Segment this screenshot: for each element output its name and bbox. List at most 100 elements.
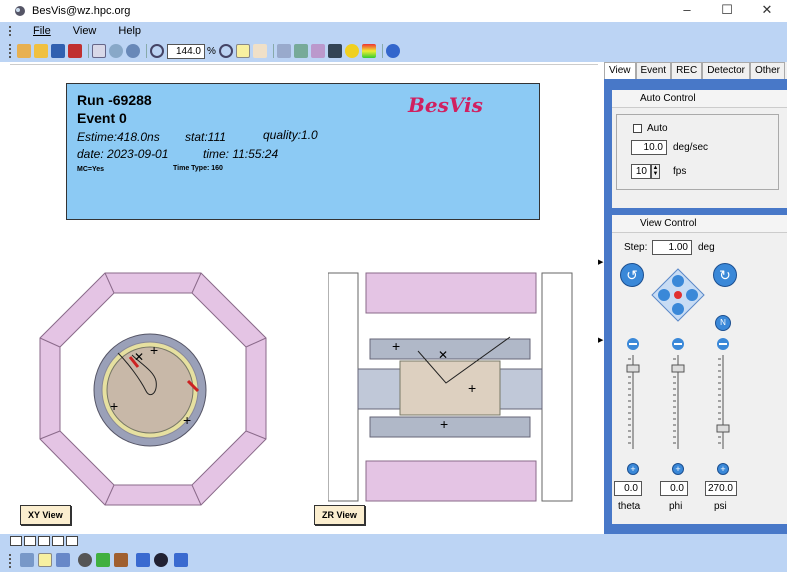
auto-checkbox[interactable]	[633, 124, 642, 133]
view-control-group: View Control Step: 1.00 deg ↺ ↻ N + + +	[612, 215, 787, 524]
theta-plus-icon[interactable]: +	[627, 463, 639, 475]
zr-view-button[interactable]: ZR View	[314, 505, 365, 525]
rotate-left-icon[interactable]: ↺	[620, 263, 644, 287]
fps-spinner[interactable]: ▲ ▼	[651, 164, 660, 179]
psi-plus-icon[interactable]: +	[717, 463, 729, 475]
sphere-icon[interactable]	[154, 553, 168, 567]
fisheye-icon[interactable]	[310, 44, 325, 58]
tab-rec[interactable]: REC	[671, 62, 703, 79]
event-number: Event 0	[77, 110, 127, 126]
zoom-out-icon[interactable]	[150, 44, 164, 58]
splitter-arrow-icon: ▶	[598, 337, 604, 344]
bottom-toolbar	[0, 534, 787, 572]
lines-icon[interactable]	[20, 553, 34, 567]
rotation-sliders[interactable]	[626, 337, 736, 459]
auto-control-group: Auto Control Auto 10.0 deg/sec 10 ▲ ▼ fps	[612, 90, 787, 208]
tab-detector[interactable]: Detector	[702, 62, 750, 79]
event-display-canvas[interactable]: Run -69288 Event 0 Estime:418.0ns stat:1…	[10, 64, 598, 526]
psi-input[interactable]: 270.0	[705, 481, 737, 496]
select-icon[interactable]	[38, 553, 52, 567]
menu-help[interactable]: Help	[118, 25, 141, 37]
brown-box-icon[interactable]	[114, 553, 128, 567]
pick-icon[interactable]	[276, 44, 291, 58]
flag-icon[interactable]	[136, 553, 150, 567]
folder-icon[interactable]	[34, 44, 48, 58]
home-icon[interactable]	[293, 44, 308, 58]
estime-text: Estime:418.0ns	[77, 130, 160, 144]
xy-view[interactable]: ✕ + + +	[38, 271, 268, 507]
zr-view[interactable]: ✕ + + +	[328, 271, 574, 503]
tab-view[interactable]: View	[604, 62, 636, 79]
window-title: BesVis@wz.hpc.org	[32, 5, 131, 17]
quality-text: quality:1.0	[263, 128, 318, 142]
app-icon	[15, 6, 25, 16]
layout-1-icon[interactable]	[10, 536, 22, 546]
minimize-button[interactable]: –	[667, 0, 707, 22]
run-number: Run -69288	[77, 92, 152, 108]
close-file-icon[interactable]	[68, 44, 82, 58]
step-label: Step:	[624, 242, 648, 253]
tab-event[interactable]: Event	[635, 62, 672, 79]
svg-text:✕: ✕	[134, 350, 144, 364]
open-folder-icon[interactable]	[17, 44, 31, 58]
speed-input[interactable]: 10.0	[631, 140, 667, 155]
mc-text: MC=Yes	[77, 166, 105, 173]
phi-input[interactable]: 0.0	[660, 481, 688, 496]
reset-icon[interactable]: N	[715, 315, 731, 331]
layout-4-icon[interactable]	[52, 536, 64, 546]
psi-label: psi	[714, 501, 727, 512]
ring-icon[interactable]	[126, 44, 140, 58]
select-arrow-icon[interactable]	[235, 44, 250, 58]
green-box-icon[interactable]	[96, 553, 110, 567]
grid-icon[interactable]	[56, 553, 70, 567]
zoom-input[interactable]: 144.0	[167, 43, 205, 59]
help-icon[interactable]	[385, 44, 400, 58]
menubar-grip[interactable]	[9, 26, 11, 36]
palette-icon[interactable]	[361, 44, 376, 58]
phi-label: phi	[669, 501, 683, 512]
title-bar: BesVis@wz.hpc.org – ☐ ✕	[0, 0, 787, 22]
svg-text:+: +	[440, 416, 448, 432]
save-icon[interactable]	[51, 44, 65, 58]
layout-2-icon[interactable]	[24, 536, 36, 546]
fps-unit: fps	[673, 166, 687, 177]
layout-3-icon[interactable]	[38, 536, 50, 546]
phi-plus-icon[interactable]: +	[672, 463, 684, 475]
auto-control-title: Auto Control	[612, 90, 787, 108]
layout-5-icon[interactable]	[66, 536, 78, 546]
direction-pad[interactable]	[650, 267, 706, 323]
step-input[interactable]: 1.00	[652, 240, 692, 255]
svg-text:+: +	[392, 338, 400, 354]
tab-other[interactable]: Other	[750, 62, 786, 79]
smiley-icon[interactable]	[344, 44, 359, 58]
svg-text:+: +	[110, 398, 118, 414]
doc-icon[interactable]	[92, 44, 106, 58]
cd-icon[interactable]	[109, 44, 123, 58]
toolbar: 144.0 %	[0, 40, 787, 62]
auto-label: Auto	[647, 123, 668, 134]
toolbar-grip[interactable]	[9, 44, 11, 58]
rotate-right-icon[interactable]: ↻	[713, 263, 737, 287]
menu-file[interactable]: File	[33, 25, 51, 37]
eye-icon[interactable]	[78, 553, 92, 567]
step-unit: deg	[698, 242, 715, 253]
bottom-grip[interactable]	[9, 554, 11, 568]
fps-input[interactable]: 10	[631, 164, 651, 179]
time-type-text: Time Type: 160	[173, 165, 223, 172]
save-image-icon[interactable]	[327, 44, 342, 58]
svg-text:✕: ✕	[438, 348, 448, 362]
svg-text:+: +	[183, 412, 191, 428]
menu-bar: File View Help	[0, 22, 787, 40]
blue-tab-icon[interactable]	[174, 553, 188, 567]
menu-view[interactable]: View	[73, 25, 97, 37]
maximize-button[interactable]: ☐	[707, 0, 747, 22]
besvis-logo: BesVis	[408, 93, 483, 117]
stat-text: stat:111	[185, 130, 226, 144]
pan-hand-icon[interactable]	[252, 44, 267, 58]
xy-view-button[interactable]: XY View	[20, 505, 71, 525]
zoom-unit: %	[207, 45, 216, 57]
zoom-in-icon[interactable]	[218, 44, 233, 58]
close-button[interactable]: ✕	[747, 0, 787, 22]
theta-input[interactable]: 0.0	[614, 481, 642, 496]
time-text: time: 11:55:24	[203, 147, 279, 161]
